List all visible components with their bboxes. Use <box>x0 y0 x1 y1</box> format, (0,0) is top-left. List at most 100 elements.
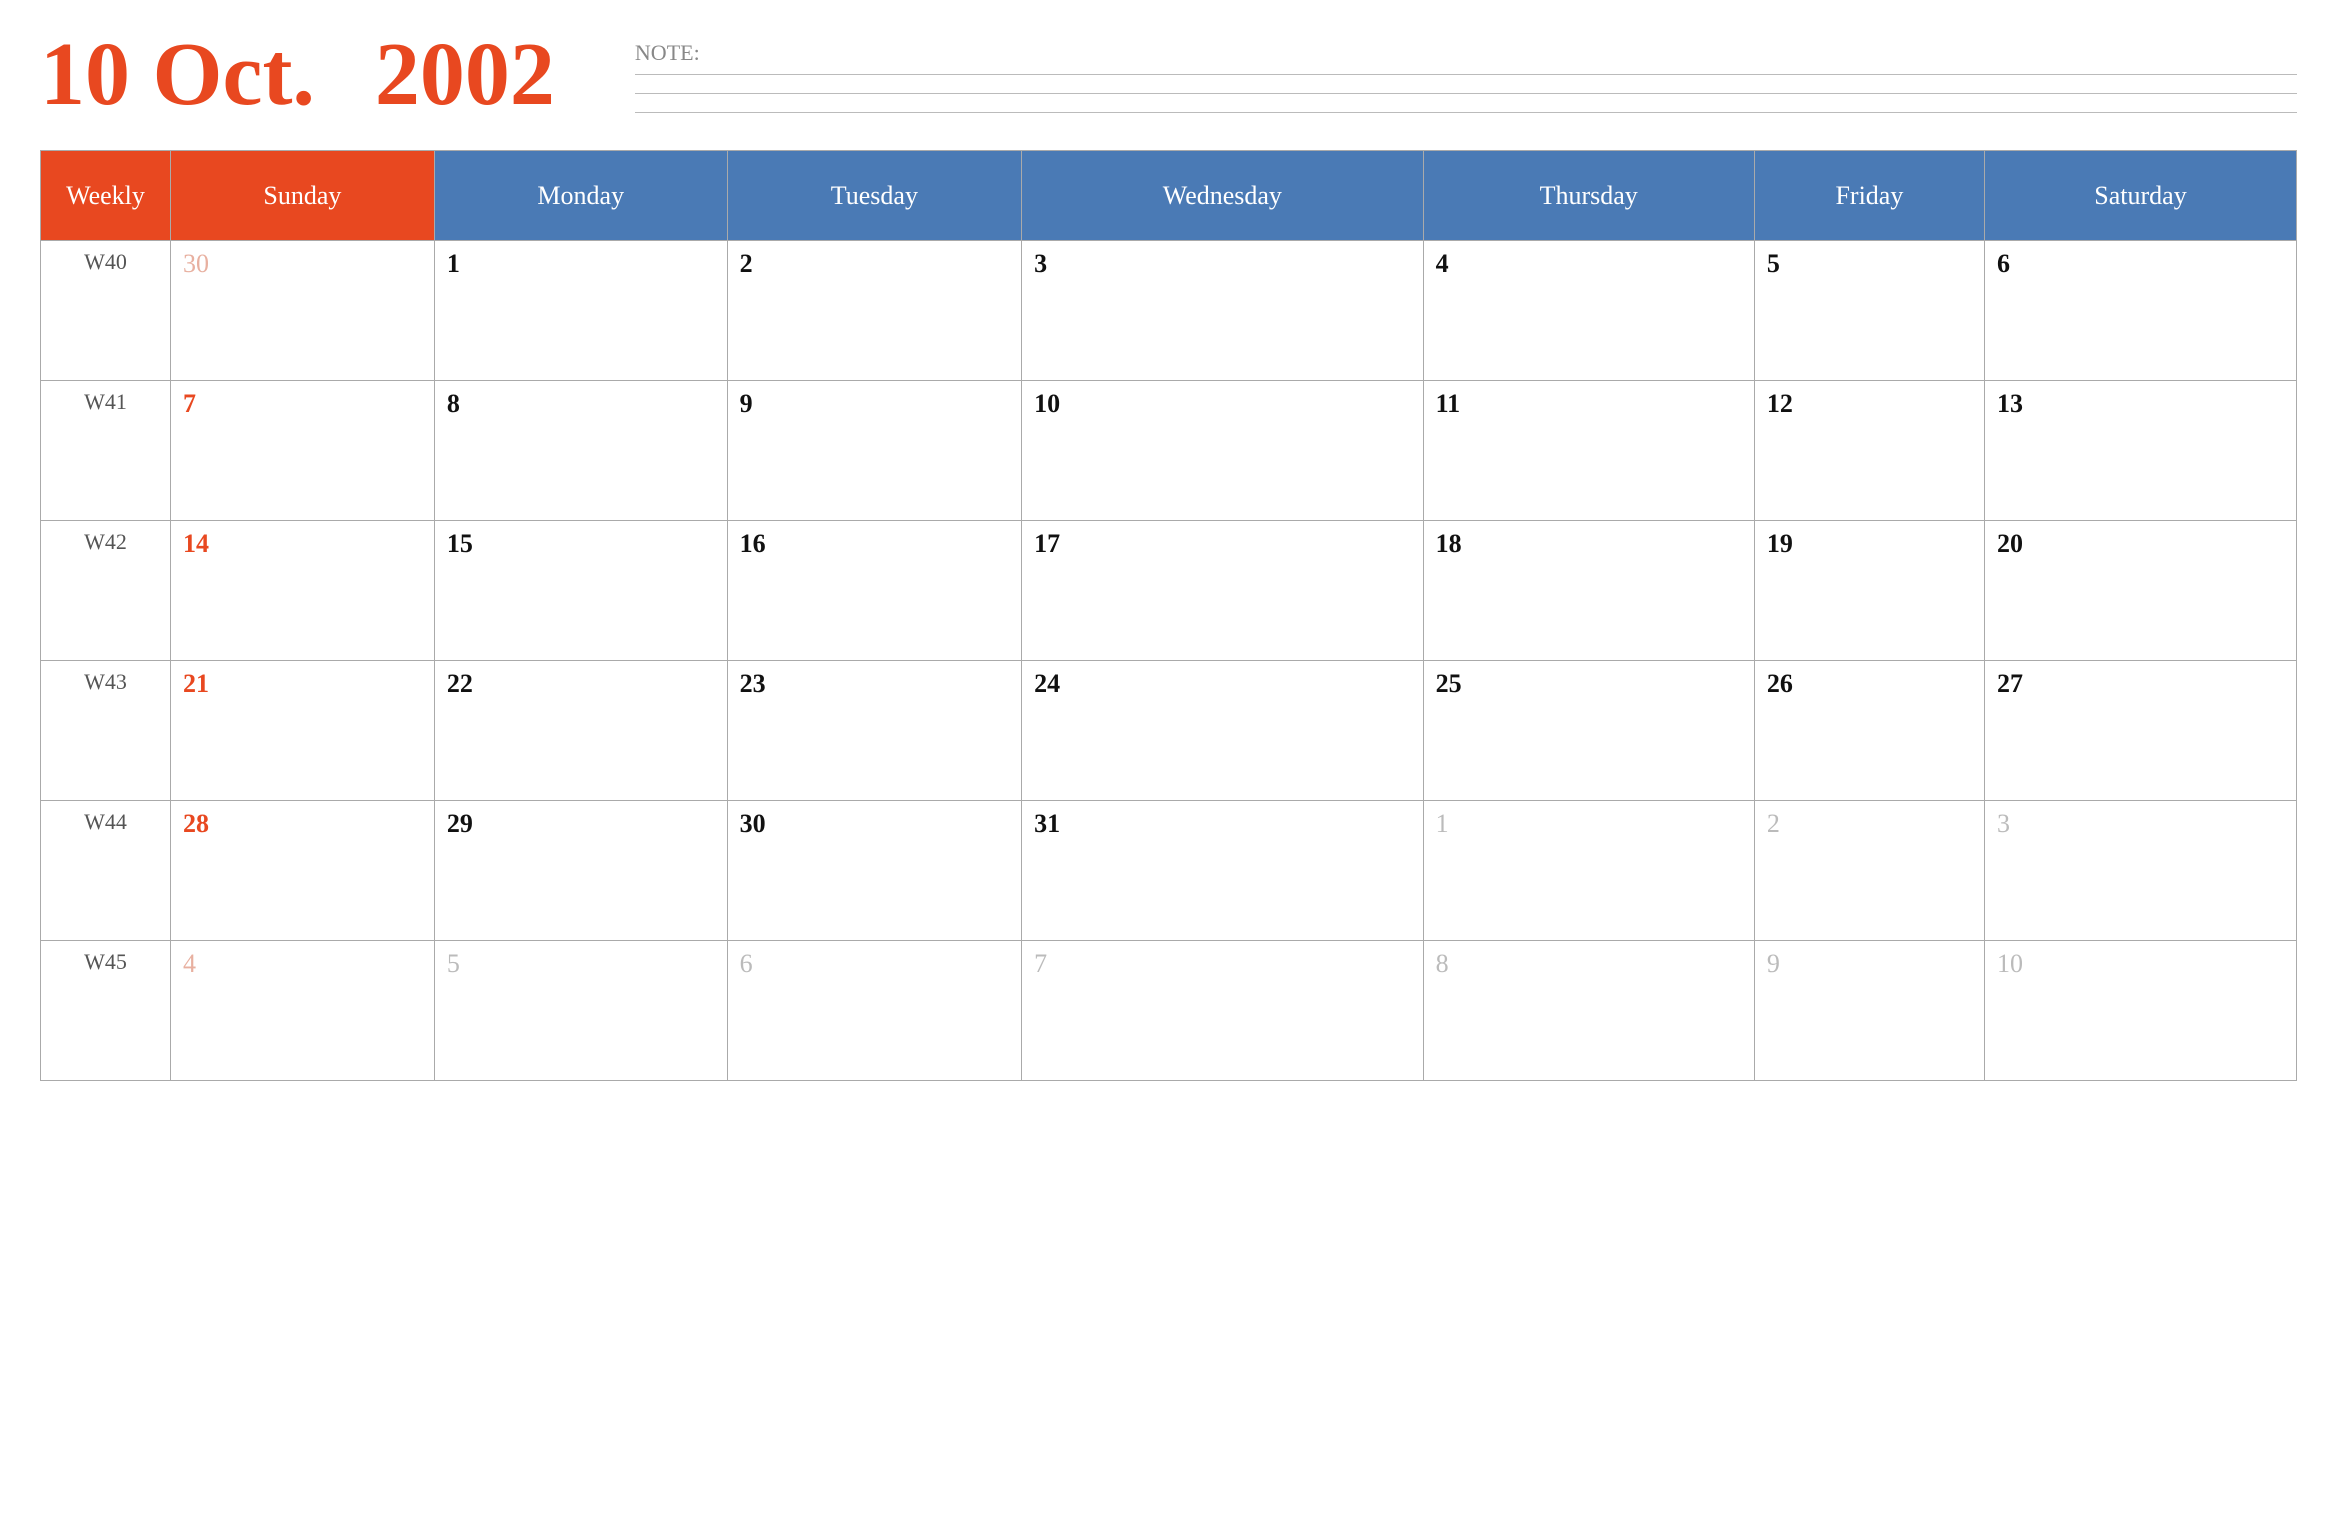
day-number: 2 <box>1767 809 1780 838</box>
calendar-row: W41 7 8 9 10 11 12 13 <box>41 381 2297 521</box>
note-line-1 <box>635 74 2297 75</box>
week-label: W43 <box>41 661 171 801</box>
day-cell: 3 <box>1984 801 2296 941</box>
col-weekly: Weekly <box>41 151 171 241</box>
day-cell: 7 <box>171 381 435 521</box>
day-cell: 27 <box>1984 661 2296 801</box>
day-number: 20 <box>1997 529 2023 558</box>
day-cell: 31 <box>1022 801 1423 941</box>
day-number: 21 <box>183 669 209 698</box>
day-cell: 5 <box>1754 241 1984 381</box>
day-cell: 29 <box>434 801 727 941</box>
day-cell: 3 <box>1022 241 1423 381</box>
day-cell: 10 <box>1984 941 2296 1081</box>
day-number: 12 <box>1767 389 1793 418</box>
day-number: 15 <box>447 529 473 558</box>
day-cell: 4 <box>1423 241 1754 381</box>
day-cell: 8 <box>434 381 727 521</box>
day-cell: 24 <box>1022 661 1423 801</box>
day-cell: 14 <box>171 521 435 661</box>
day-cell: 7 <box>1022 941 1423 1081</box>
day-cell: 25 <box>1423 661 1754 801</box>
day-number: 2 <box>740 249 753 278</box>
day-number: 24 <box>1034 669 1060 698</box>
day-cell: 6 <box>727 941 1021 1081</box>
day-cell: 9 <box>1754 941 1984 1081</box>
day-cell: 9 <box>727 381 1021 521</box>
day-number: 25 <box>1436 669 1462 698</box>
day-cell: 5 <box>434 941 727 1081</box>
day-number: 8 <box>447 389 460 418</box>
day-cell: 15 <box>434 521 727 661</box>
col-friday: Friday <box>1754 151 1984 241</box>
calendar-header-row: Weekly Sunday Monday Tuesday Wednesday T… <box>41 151 2297 241</box>
day-number: 26 <box>1767 669 1793 698</box>
note-line-3 <box>635 112 2297 113</box>
day-number: 30 <box>183 249 209 278</box>
day-number: 6 <box>1997 249 2010 278</box>
day-number: 6 <box>740 949 753 978</box>
day-number: 3 <box>1034 249 1047 278</box>
day-cell: 8 <box>1423 941 1754 1081</box>
week-label: W41 <box>41 381 171 521</box>
day-cell: 22 <box>434 661 727 801</box>
day-cell: 21 <box>171 661 435 801</box>
day-cell: 6 <box>1984 241 2296 381</box>
day-cell: 1 <box>1423 801 1754 941</box>
day-number: 4 <box>1436 249 1449 278</box>
calendar-row: W42 14 15 16 17 18 19 20 <box>41 521 2297 661</box>
day-number: 28 <box>183 809 209 838</box>
col-monday: Monday <box>434 151 727 241</box>
day-number: 23 <box>740 669 766 698</box>
day-number: 22 <box>447 669 473 698</box>
day-number: 30 <box>740 809 766 838</box>
day-cell: 26 <box>1754 661 1984 801</box>
day-number: 1 <box>447 249 460 278</box>
week-label: W42 <box>41 521 171 661</box>
day-cell: 2 <box>727 241 1021 381</box>
week-label: W44 <box>41 801 171 941</box>
col-thursday: Thursday <box>1423 151 1754 241</box>
day-number: 3 <box>1997 809 2010 838</box>
day-cell: 16 <box>727 521 1021 661</box>
day-cell: 30 <box>171 241 435 381</box>
day-cell: 20 <box>1984 521 2296 661</box>
calendar-row: W43 21 22 23 24 25 26 27 <box>41 661 2297 801</box>
day-number: 16 <box>740 529 766 558</box>
day-month: 10 Oct. <box>40 30 315 120</box>
day-cell: 23 <box>727 661 1021 801</box>
day-number: 29 <box>447 809 473 838</box>
col-sunday: Sunday <box>171 151 435 241</box>
col-wednesday: Wednesday <box>1022 151 1423 241</box>
day-cell: 10 <box>1022 381 1423 521</box>
day-number: 13 <box>1997 389 2023 418</box>
day-number: 8 <box>1436 949 1449 978</box>
day-cell: 17 <box>1022 521 1423 661</box>
day-number: 14 <box>183 529 209 558</box>
day-number: 4 <box>183 949 196 978</box>
calendar-row: W4545678910 <box>41 941 2297 1081</box>
day-number: 10 <box>1997 949 2023 978</box>
week-label: W40 <box>41 241 171 381</box>
day-number: 9 <box>740 389 753 418</box>
day-cell: 2 <box>1754 801 1984 941</box>
date-section: 10 Oct. 2002 <box>40 30 555 120</box>
day-number: 5 <box>1767 249 1780 278</box>
day-cell: 1 <box>434 241 727 381</box>
note-line-2 <box>635 93 2297 94</box>
day-number: 9 <box>1767 949 1780 978</box>
day-number: 11 <box>1436 389 1461 418</box>
day-cell: 11 <box>1423 381 1754 521</box>
day-number: 18 <box>1436 529 1462 558</box>
calendar-row: W40 30 1 2 3 4 5 6 <box>41 241 2297 381</box>
calendar-table: Weekly Sunday Monday Tuesday Wednesday T… <box>40 150 2297 1081</box>
note-lines <box>635 74 2297 113</box>
col-saturday: Saturday <box>1984 151 2296 241</box>
day-number: 27 <box>1997 669 2023 698</box>
page-header: 10 Oct. 2002 NOTE: <box>40 30 2297 120</box>
day-number: 19 <box>1767 529 1793 558</box>
calendar-row: W44 28 29 30 3112 3 <box>41 801 2297 941</box>
day-number: 7 <box>183 389 196 418</box>
day-number: 17 <box>1034 529 1060 558</box>
day-cell: 28 <box>171 801 435 941</box>
